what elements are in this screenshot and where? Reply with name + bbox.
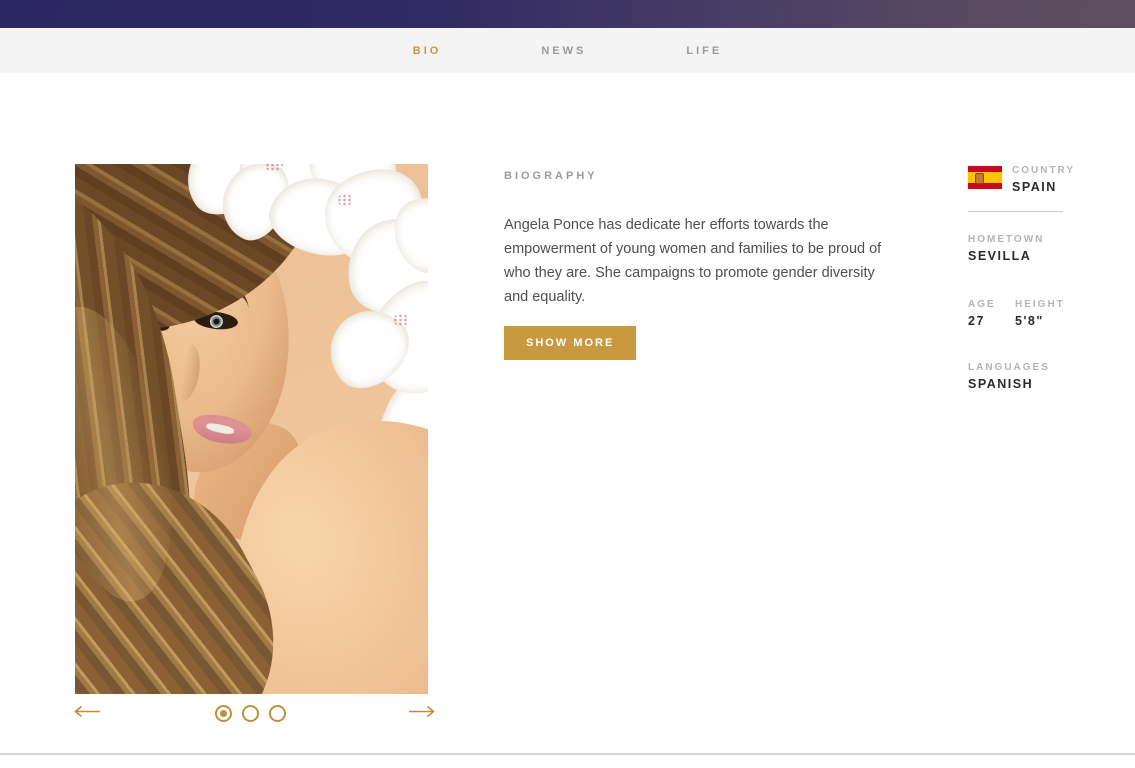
spain-flag-icon (968, 166, 1002, 189)
country-fact: COUNTRY SPAIN (968, 165, 1075, 194)
carousel-prev-button[interactable] (72, 703, 103, 723)
age-fact: AGE 27 (968, 299, 1015, 328)
biography-heading: BIOGRAPHY (504, 170, 598, 182)
profile-tabs: BIO NEWS LIFE (0, 28, 1135, 73)
orchid-speckles (393, 314, 409, 326)
carousel-next-button[interactable] (406, 703, 437, 723)
hometown-value: SEVILLA (968, 249, 1032, 263)
arrow-right-icon (409, 705, 435, 718)
portrait-photo (75, 164, 428, 694)
biography-section: BIOGRAPHY Angela Ponce has dedicate her … (504, 170, 904, 360)
tab-bio[interactable]: BIO (407, 44, 448, 58)
languages-fact: LANGUAGES SPANISH (968, 362, 1050, 391)
header-banner (0, 0, 1135, 28)
carousel-dot-3[interactable] (269, 705, 286, 722)
portrait-iris (209, 314, 224, 329)
carousel-dots (215, 705, 286, 722)
height-fact: HEIGHT 5'8" (1015, 299, 1065, 328)
footer-divider (0, 753, 1135, 755)
hometown-fact: HOMETOWN SEVILLA (968, 234, 1044, 263)
height-value: 5'8" (1015, 314, 1044, 328)
hometown-label: HOMETOWN (968, 234, 1045, 245)
languages-label: LANGUAGES (968, 362, 1050, 373)
carousel-dot-2[interactable] (242, 705, 259, 722)
languages-value: SPANISH (968, 377, 1034, 391)
tab-news[interactable]: NEWS (535, 44, 592, 58)
age-value: 27 (968, 314, 985, 328)
show-more-button[interactable]: SHOW MORE (504, 326, 637, 360)
biography-text: Angela Ponce has dedicate her efforts to… (504, 217, 882, 305)
country-value: SPAIN (1012, 180, 1057, 194)
tab-life[interactable]: LIFE (680, 44, 728, 58)
arrow-left-icon (74, 705, 100, 718)
age-height-facts: AGE 27 HEIGHT 5'8" (968, 299, 1065, 328)
height-label: HEIGHT (1015, 299, 1065, 310)
age-label: AGE (968, 299, 996, 310)
facts-divider (968, 211, 1063, 212)
orchid-speckles (337, 194, 353, 206)
country-label: COUNTRY (1012, 165, 1076, 176)
carousel-dot-1[interactable] (215, 705, 232, 722)
